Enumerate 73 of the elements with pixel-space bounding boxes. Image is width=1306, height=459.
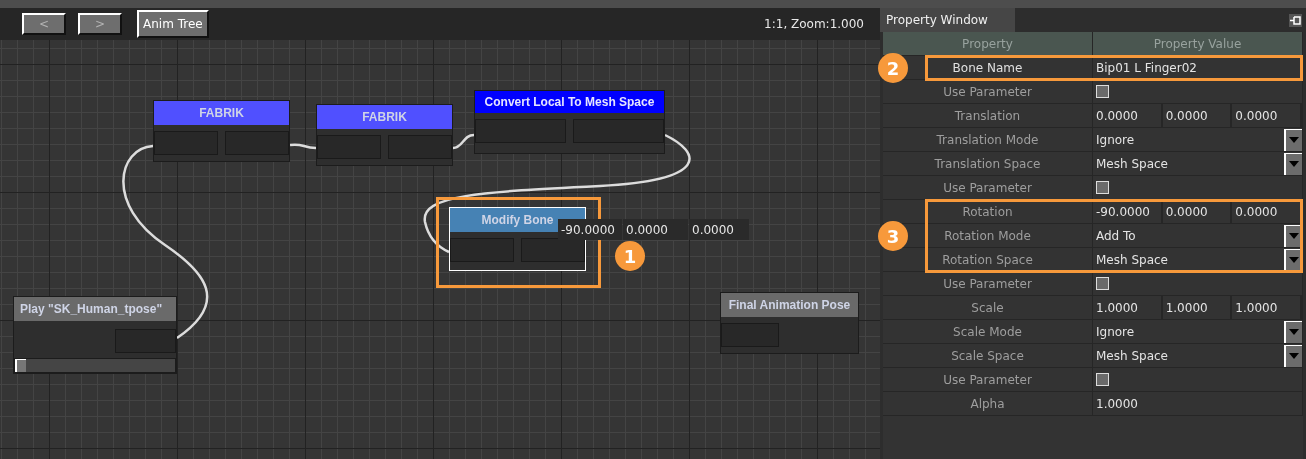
input-slot: [450, 238, 514, 262]
dropdown-value[interactable]: Add To: [1096, 228, 1284, 243]
dropdown-button[interactable]: [1284, 128, 1302, 151]
dropdown-value[interactable]: Ignore: [1096, 324, 1284, 339]
graph-node[interactable]: FABRIK: [316, 104, 453, 166]
value-field[interactable]: 0.0000: [623, 219, 688, 240]
input-slot: [225, 131, 289, 155]
playback-slider[interactable]: [14, 358, 176, 373]
connection-wire: [289, 143, 317, 150]
dropdown-value[interactable]: Mesh Space: [1096, 156, 1284, 171]
property-label: Use Parameter: [883, 176, 1093, 199]
zoom-label: 1:1, Zoom:1.000: [764, 17, 864, 31]
pin-icon[interactable]: [1289, 13, 1302, 27]
value-field[interactable]: 0.0000: [1232, 108, 1278, 123]
graph-node[interactable]: Final Animation Pose: [720, 292, 859, 354]
column-header: Property Value: [1093, 32, 1303, 55]
triangle-down-icon: [1289, 329, 1299, 335]
output-slot: [115, 329, 176, 353]
property-label: Translation Mode: [883, 128, 1093, 151]
input-slot: [721, 323, 779, 347]
node-title: Final Animation Pose: [721, 293, 858, 317]
callout-badge: 1: [615, 241, 645, 271]
slider-thumb[interactable]: [15, 359, 26, 372]
property-label: Use Parameter: [883, 368, 1093, 391]
graph-node[interactable]: Convert Local To Mesh Space: [474, 90, 665, 154]
node-title: Convert Local To Mesh Space: [475, 91, 664, 113]
value-field[interactable]: 0.0000: [1162, 204, 1208, 219]
property-label: Scale: [883, 296, 1093, 319]
property-value[interactable]: Bip01 L Finger02: [1096, 60, 1197, 75]
property-label: Translation Space: [883, 152, 1093, 175]
input-slot: [388, 135, 452, 159]
input-slot: [521, 238, 585, 262]
dropdown-button[interactable]: [1284, 320, 1302, 343]
dropdown-value[interactable]: Ignore: [1096, 132, 1284, 147]
property-label: Translation: [883, 104, 1093, 127]
property-label: Scale Space: [883, 344, 1093, 367]
triangle-down-icon: [1289, 161, 1299, 167]
value-field[interactable]: -90.0000: [1093, 204, 1150, 219]
callout-badge: 2: [878, 53, 908, 83]
checkbox[interactable]: [1096, 85, 1109, 98]
dropdown-value[interactable]: Mesh Space: [1096, 348, 1284, 363]
triangle-down-icon: [1289, 233, 1299, 239]
checkbox[interactable]: [1096, 181, 1109, 194]
graph-node[interactable]: FABRIK: [153, 100, 290, 162]
value-field[interactable]: 1.0000: [1162, 300, 1208, 315]
property-label: Scale Mode: [883, 320, 1093, 343]
property-label: Alpha: [883, 392, 1093, 415]
callout-badge: 3: [878, 221, 908, 251]
value-field[interactable]: 1.0000: [1232, 300, 1278, 315]
dropdown-button[interactable]: [1284, 344, 1302, 367]
triangle-down-icon: [1289, 257, 1299, 263]
value-field[interactable]: 0.0000: [1093, 108, 1138, 123]
node-title: FABRIK: [317, 105, 452, 129]
triangle-down-icon: [1289, 353, 1299, 359]
value-field[interactable]: 1.0000: [1093, 300, 1138, 315]
value-field[interactable]: 0.0000: [689, 219, 749, 240]
triangle-down-icon: [1289, 137, 1299, 143]
input-slot: [317, 135, 381, 159]
node-title: FABRIK: [154, 101, 289, 125]
dropdown-button[interactable]: [1284, 152, 1302, 175]
toolbar-button[interactable]: Anim Tree: [137, 10, 209, 38]
value-field[interactable]: -90.0000: [558, 219, 622, 240]
value-field[interactable]: 0.0000: [1162, 108, 1208, 123]
node-title: Play "SK_Human_tpose": [14, 297, 176, 321]
checkbox[interactable]: [1096, 277, 1109, 290]
graph-node[interactable]: Play "SK_Human_tpose": [13, 296, 177, 374]
property-value[interactable]: 1.0000: [1096, 396, 1138, 411]
dropdown-value[interactable]: Mesh Space: [1096, 252, 1284, 267]
input-slot: [154, 131, 218, 155]
value-field[interactable]: 0.0000: [1232, 204, 1278, 219]
checkbox[interactable]: [1096, 373, 1109, 386]
property-label: Use Parameter: [883, 272, 1093, 295]
panel-tab[interactable]: Property Window: [880, 8, 1015, 32]
